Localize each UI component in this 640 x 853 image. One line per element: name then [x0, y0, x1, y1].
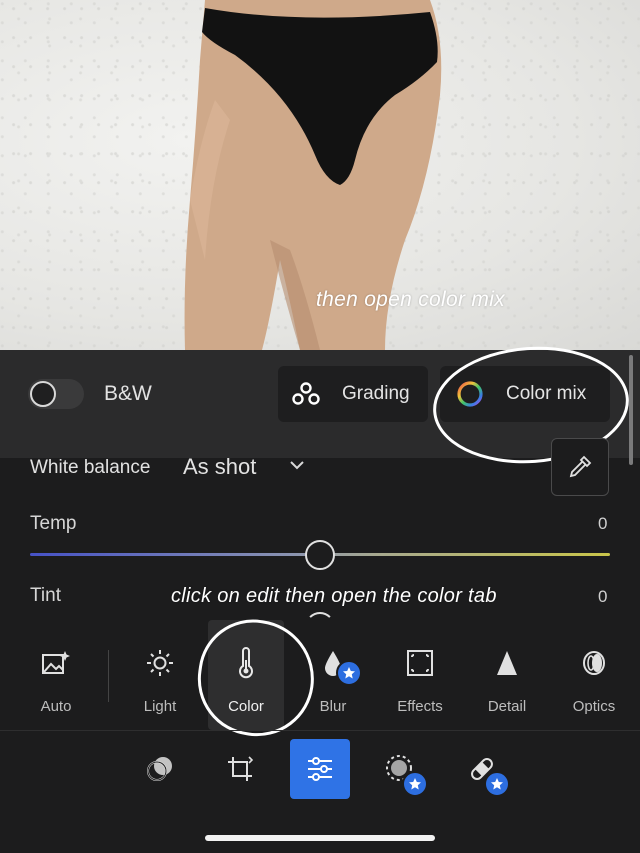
premium-star-icon [484, 771, 510, 797]
temp-value[interactable]: 0 [598, 514, 607, 534]
eyedropper-button[interactable] [551, 438, 609, 496]
tool-label: Detail [487, 698, 527, 715]
tool-label: Light [143, 698, 177, 715]
eyedropper-icon [567, 454, 593, 480]
panel-divider [0, 730, 640, 731]
bw-label: B&W [104, 382, 152, 405]
tool-divider [108, 650, 109, 702]
bw-toggle[interactable] [28, 379, 84, 409]
masking-button[interactable] [370, 739, 430, 799]
tool-auto[interactable]: Auto [16, 620, 96, 730]
lens-icon [580, 648, 608, 678]
grading-label: Grading [342, 383, 410, 404]
edit-panel: B&W Grading Color mix White balance As s… [0, 340, 640, 853]
tool-row: Auto Light Color Blur Effects Detail Opt… [0, 620, 640, 730]
healing-button[interactable] [452, 739, 512, 799]
temp-slider-thumb[interactable] [305, 540, 335, 570]
white-balance-dropdown[interactable]: As shot [183, 454, 256, 480]
bottom-nav [0, 735, 640, 805]
mid-caption: click on edit then open the color tab [171, 585, 497, 607]
masking-icon [384, 753, 428, 797]
tint-label: Tint [30, 585, 61, 606]
tint-value[interactable]: 0 [598, 587, 607, 607]
premium-star-icon [336, 660, 362, 686]
presets-icon [145, 754, 175, 784]
toggle-knob [30, 381, 56, 407]
grading-button[interactable]: Grading [278, 366, 428, 422]
edit-sliders-icon [305, 755, 335, 783]
presets-button[interactable] [130, 739, 190, 799]
triangle-icon [494, 648, 520, 678]
tool-optics[interactable]: Optics [554, 620, 634, 730]
temp-label: Temp [30, 513, 77, 534]
edit-button[interactable] [290, 739, 350, 799]
tool-label: Optics [572, 698, 616, 715]
top-caption: then open color mix [316, 288, 505, 311]
crop-button[interactable] [210, 739, 270, 799]
tool-effects[interactable]: Effects [380, 620, 460, 730]
crop-icon [225, 754, 255, 784]
tool-label: Blur [319, 698, 347, 715]
grading-icon [292, 382, 320, 406]
tool-label: Effects [397, 698, 443, 715]
tool-label: Auto [40, 698, 72, 715]
effects-frame-icon [406, 648, 434, 678]
home-indicator[interactable] [205, 835, 435, 841]
healing-bandage-icon [466, 753, 510, 797]
tool-detail[interactable]: Detail [467, 620, 547, 730]
droplet-icon [322, 648, 362, 686]
sun-icon [145, 648, 175, 678]
premium-star-icon [402, 771, 428, 797]
scrollbar[interactable] [629, 355, 633, 465]
auto-magic-image-icon [41, 648, 71, 678]
chevron-down-icon[interactable] [288, 456, 306, 479]
tool-light[interactable]: Light [120, 620, 200, 730]
white-balance-label: White balance [30, 457, 151, 478]
